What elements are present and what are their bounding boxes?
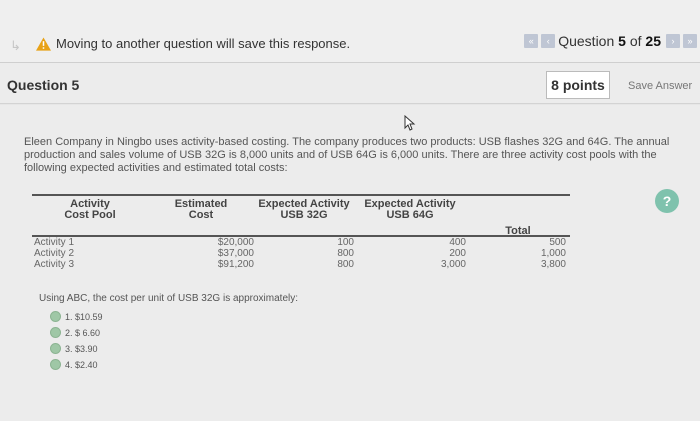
header-usb32: Expected Activity USB 32G: [258, 198, 350, 221]
back-arrow-icon[interactable]: ↳: [10, 38, 21, 54]
radio-button[interactable]: [50, 327, 61, 338]
table-top-rule: [32, 194, 570, 196]
option-label: 2. $ 6.60: [65, 327, 101, 338]
next-question-icon[interactable]: ›: [666, 34, 680, 48]
question-counter: Question 5 of 25: [558, 33, 661, 49]
save-answer-button[interactable]: Save Answer: [622, 75, 700, 97]
points-badge: 8 points: [546, 71, 610, 99]
warning-message: Moving to another question will save thi…: [36, 36, 350, 51]
table-cell-cost: $91,200: [217, 259, 254, 270]
header-cost: Estimated Cost: [174, 198, 228, 221]
radio-button[interactable]: [50, 311, 61, 322]
table-header-rule: [32, 235, 570, 237]
question-number: 5: [618, 33, 626, 49]
table-cell-total: 3,800: [540, 259, 566, 270]
first-question-icon[interactable]: «: [524, 34, 539, 48]
last-question-icon[interactable]: »: [683, 34, 697, 48]
table-cell-usb32: 800: [337, 259, 354, 270]
table-cell-total: 1,000: [540, 248, 566, 259]
option-label: 3. $3.90: [65, 343, 98, 354]
header-activity: Activity Cost Pool: [64, 198, 116, 221]
table-cell-usb32: 100: [337, 237, 354, 248]
of-label: of: [629, 33, 642, 49]
radio-button[interactable]: [50, 343, 61, 354]
table-cell-usb64: 3,000: [440, 259, 466, 270]
top-bar: ↳ Moving to another question will save t…: [0, 0, 700, 62]
answer-option[interactable]: 1. $10.59: [50, 311, 103, 322]
warning-icon: [36, 36, 51, 51]
table-cell-usb32: 800: [337, 248, 354, 259]
mouse-cursor-icon: [404, 115, 416, 131]
table-cell-cost: $20,000: [217, 237, 254, 248]
table-cell-cost: $37,000: [217, 248, 254, 259]
previous-question-icon[interactable]: ‹: [541, 34, 556, 48]
table-cell-total: 500: [549, 237, 566, 248]
answer-option[interactable]: 4. $2.40: [50, 359, 98, 370]
question-total: 25: [645, 33, 661, 49]
table-row-label: Activity 3: [34, 259, 75, 270]
table-cell-usb64: 400: [449, 237, 466, 248]
question-title: Question 5: [7, 77, 80, 93]
table-row-label: Activity 1: [34, 237, 75, 248]
radio-button[interactable]: [50, 359, 61, 370]
help-button[interactable]: ?: [655, 189, 679, 213]
question-header: Question 5 8 points Save Answer: [0, 62, 700, 104]
question-content: Eleen Company in Ningbo uses activity-ba…: [0, 105, 700, 421]
table-row-label: Activity 2: [34, 248, 75, 259]
header-usb64: Expected Activity USB 64G: [364, 198, 456, 221]
option-label: 1. $10.59: [65, 311, 103, 322]
option-label: 4. $2.40: [65, 359, 98, 370]
question-text: Eleen Company in Ningbo uses activity-ba…: [24, 136, 670, 174]
warning-text: Moving to another question will save thi…: [56, 36, 351, 51]
question-label: Question: [558, 33, 615, 49]
answer-option[interactable]: 2. $ 6.60: [50, 327, 100, 338]
question-navigation: « ‹ Question 5 of 25 › »: [524, 33, 700, 49]
answer-option[interactable]: 3. $3.90: [50, 343, 98, 354]
answer-prompt: Using ABC, the cost per unit of USB 32G …: [39, 293, 299, 304]
table-cell-usb64: 200: [449, 248, 466, 259]
